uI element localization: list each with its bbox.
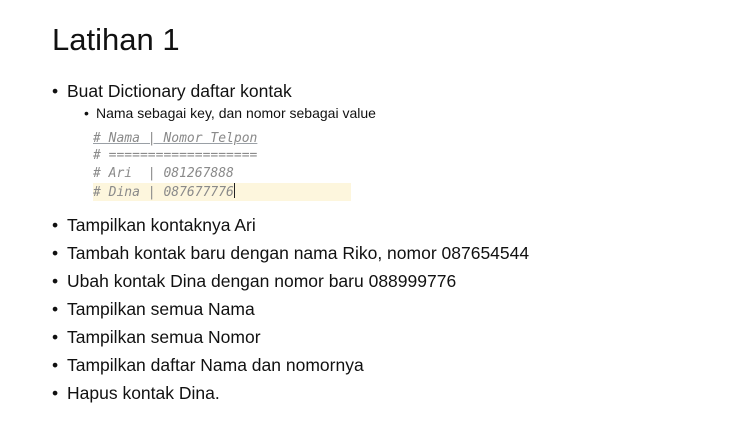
bullet-text: Buat Dictionary daftar kontak (67, 81, 292, 101)
bullet-item-task-2: • Tambah kontak baru dengan nama Riko, no… (52, 242, 529, 264)
code-line-dina[interactable]: # Dina | 087677776 (93, 183, 351, 201)
bullet-item-task-3: • Ubah kontak Dina dengan nomor baru 0889… (52, 270, 456, 292)
bullet-item-task-6: • Tampilkan daftar Nama dan nomornya (52, 354, 364, 376)
bullet-item-task-7: • Hapus kontak Dina. (52, 382, 220, 404)
bullet-icon: • (52, 383, 59, 403)
code-line-header: # Nama | Nomor Telpon (93, 130, 257, 148)
code-dina-text: # Dina | 087677776 (93, 185, 234, 200)
bullet-text: Hapus kontak Dina. (67, 383, 220, 403)
code-block: # Nama | Nomor Telpon # ================… (93, 130, 351, 203)
slide: Latihan 1 • Buat Dictionary daftar kontak… (0, 0, 749, 426)
bullet-text: Tambah kontak baru dengan nama Riko, nom… (67, 243, 530, 263)
code-line-separator: # =================== (93, 148, 258, 163)
text-cursor-icon (233, 183, 235, 198)
bullet-icon: • (52, 215, 59, 235)
bullet-item-task-1: • Tampilkan kontaknya Ari (52, 214, 256, 236)
slide-title: Latihan 1 (52, 22, 180, 57)
bullet-icon: • (52, 327, 59, 347)
bullet-text: Tampilkan kontaknya Ari (67, 215, 256, 235)
bullet-text: Tampilkan semua Nomor (67, 327, 261, 347)
bullet-text: Ubah kontak Dina dengan nomor baru 08899… (67, 271, 457, 291)
sub-bullet-text: Nama sebagai key, dan nomor sebagai valu… (96, 105, 376, 121)
code-header-text: # Nama | Nomor Telpon (93, 131, 258, 146)
bullet-text: Tampilkan daftar Nama dan nomornya (67, 355, 364, 375)
bullet-icon: • (52, 271, 59, 291)
bullet-icon: • (52, 81, 59, 101)
bullet-icon: • (52, 243, 59, 263)
code-line-ari: # Ari | 081267888 (93, 166, 234, 181)
bullet-icon: • (52, 299, 59, 319)
bullet-text: Tampilkan semua Nama (67, 299, 255, 319)
sub-bullet-item: • Nama sebagai key, dan nomor sebagai val… (84, 104, 376, 122)
bullet-item-task-5: • Tampilkan semua Nomor (52, 326, 261, 348)
bullet-item-task-4: • Tampilkan semua Nama (52, 298, 255, 320)
bullet-icon: • (52, 355, 59, 375)
bullet-item-dictionary: • Buat Dictionary daftar kontak (52, 80, 292, 102)
sub-bullet-icon: • (84, 105, 89, 121)
